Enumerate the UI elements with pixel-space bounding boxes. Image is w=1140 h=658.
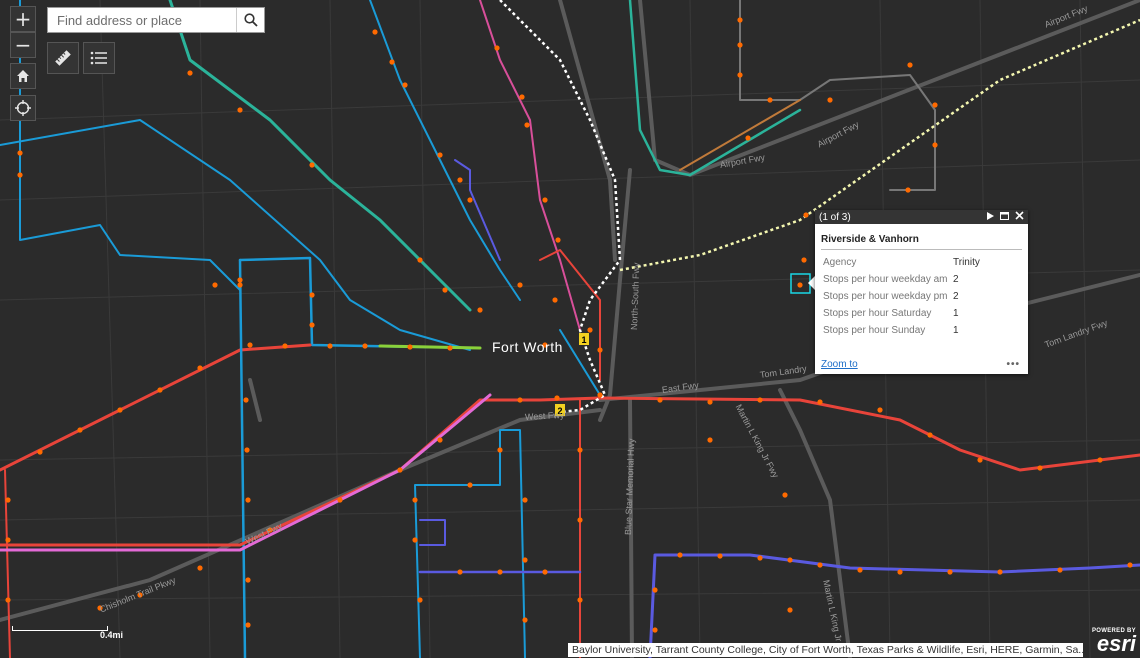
- attribution-bar[interactable]: Baylor University, Tarrant County Colleg…: [568, 643, 1083, 657]
- attribute-key: Stops per hour Sunday: [823, 325, 926, 336]
- home-button[interactable]: [10, 63, 36, 89]
- highway-shield-1: 1: [579, 333, 589, 345]
- attribute-key: Stops per hour weekday pm: [823, 291, 948, 302]
- attribute-row: Stops per hour weekday am 2: [821, 271, 1021, 288]
- layer-list-button[interactable]: [83, 42, 115, 74]
- maximize-button[interactable]: [1000, 211, 1009, 223]
- attribute-key: Stops per hour Saturday: [823, 308, 932, 319]
- scale-bar-label: 0.4mi: [100, 630, 124, 640]
- next-feature-button[interactable]: [986, 211, 994, 223]
- feature-popup: (1 of 3) Riverside & Vanhorn Agency Trini…: [815, 210, 1028, 374]
- attribute-row: Agency Trinity: [821, 254, 1021, 271]
- popup-title: Riverside & Vanhorn: [821, 234, 1022, 250]
- attribute-key: Agency: [823, 257, 857, 268]
- search-widget: [47, 7, 265, 33]
- measure-button[interactable]: [47, 42, 79, 74]
- scale-bar-line: [12, 626, 108, 631]
- zoom-in-button[interactable]: +: [10, 6, 36, 32]
- popup-pager: (1 of 3): [819, 211, 851, 223]
- play-icon: [987, 211, 994, 220]
- popup-pointer: [808, 276, 815, 290]
- locate-button[interactable]: [10, 95, 36, 121]
- attribute-row: Stops per hour Sunday 1: [821, 322, 1021, 339]
- home-icon: [17, 70, 29, 82]
- popup-footer: Zoom to •••: [821, 359, 1020, 370]
- zoom-to-link[interactable]: Zoom to: [821, 359, 858, 370]
- attribute-row: Stops per hour Saturday 1: [821, 305, 1021, 322]
- city-label: Fort Worth: [492, 339, 563, 355]
- attribute-value: Trinity: [953, 257, 980, 268]
- road-label-west-fwy: West Fwy: [524, 409, 565, 422]
- scale-bar: 0.4mi: [12, 626, 124, 640]
- more-actions-button[interactable]: •••: [1006, 359, 1020, 370]
- svg-text:1: 1: [581, 335, 586, 345]
- maximize-icon: [1000, 211, 1009, 220]
- attribute-value: 1: [953, 308, 959, 319]
- zoom-out-button[interactable]: −: [10, 32, 36, 58]
- ruler-icon: [55, 50, 71, 66]
- close-button[interactable]: [1015, 211, 1024, 223]
- attribute-row: Stops per hour weekday pm 2: [821, 288, 1021, 305]
- popup-attributes: Agency Trinity Stops per hour weekday am 2…: [821, 254, 1021, 339]
- locate-icon: [15, 100, 31, 116]
- attribute-key: Stops per hour weekday am: [823, 274, 948, 285]
- search-input[interactable]: [48, 8, 236, 32]
- esri-logo: POWERED BY esri: [1088, 628, 1140, 658]
- close-icon: [1015, 211, 1024, 220]
- attribute-value: 2: [953, 291, 959, 302]
- esri-wordmark: esri: [1096, 631, 1136, 656]
- search-icon: [243, 13, 258, 27]
- attribute-value: 2: [953, 274, 959, 285]
- search-button[interactable]: [236, 8, 264, 32]
- list-icon: [90, 51, 107, 65]
- attribute-value: 1: [953, 325, 959, 336]
- popup-header: (1 of 3): [815, 210, 1028, 224]
